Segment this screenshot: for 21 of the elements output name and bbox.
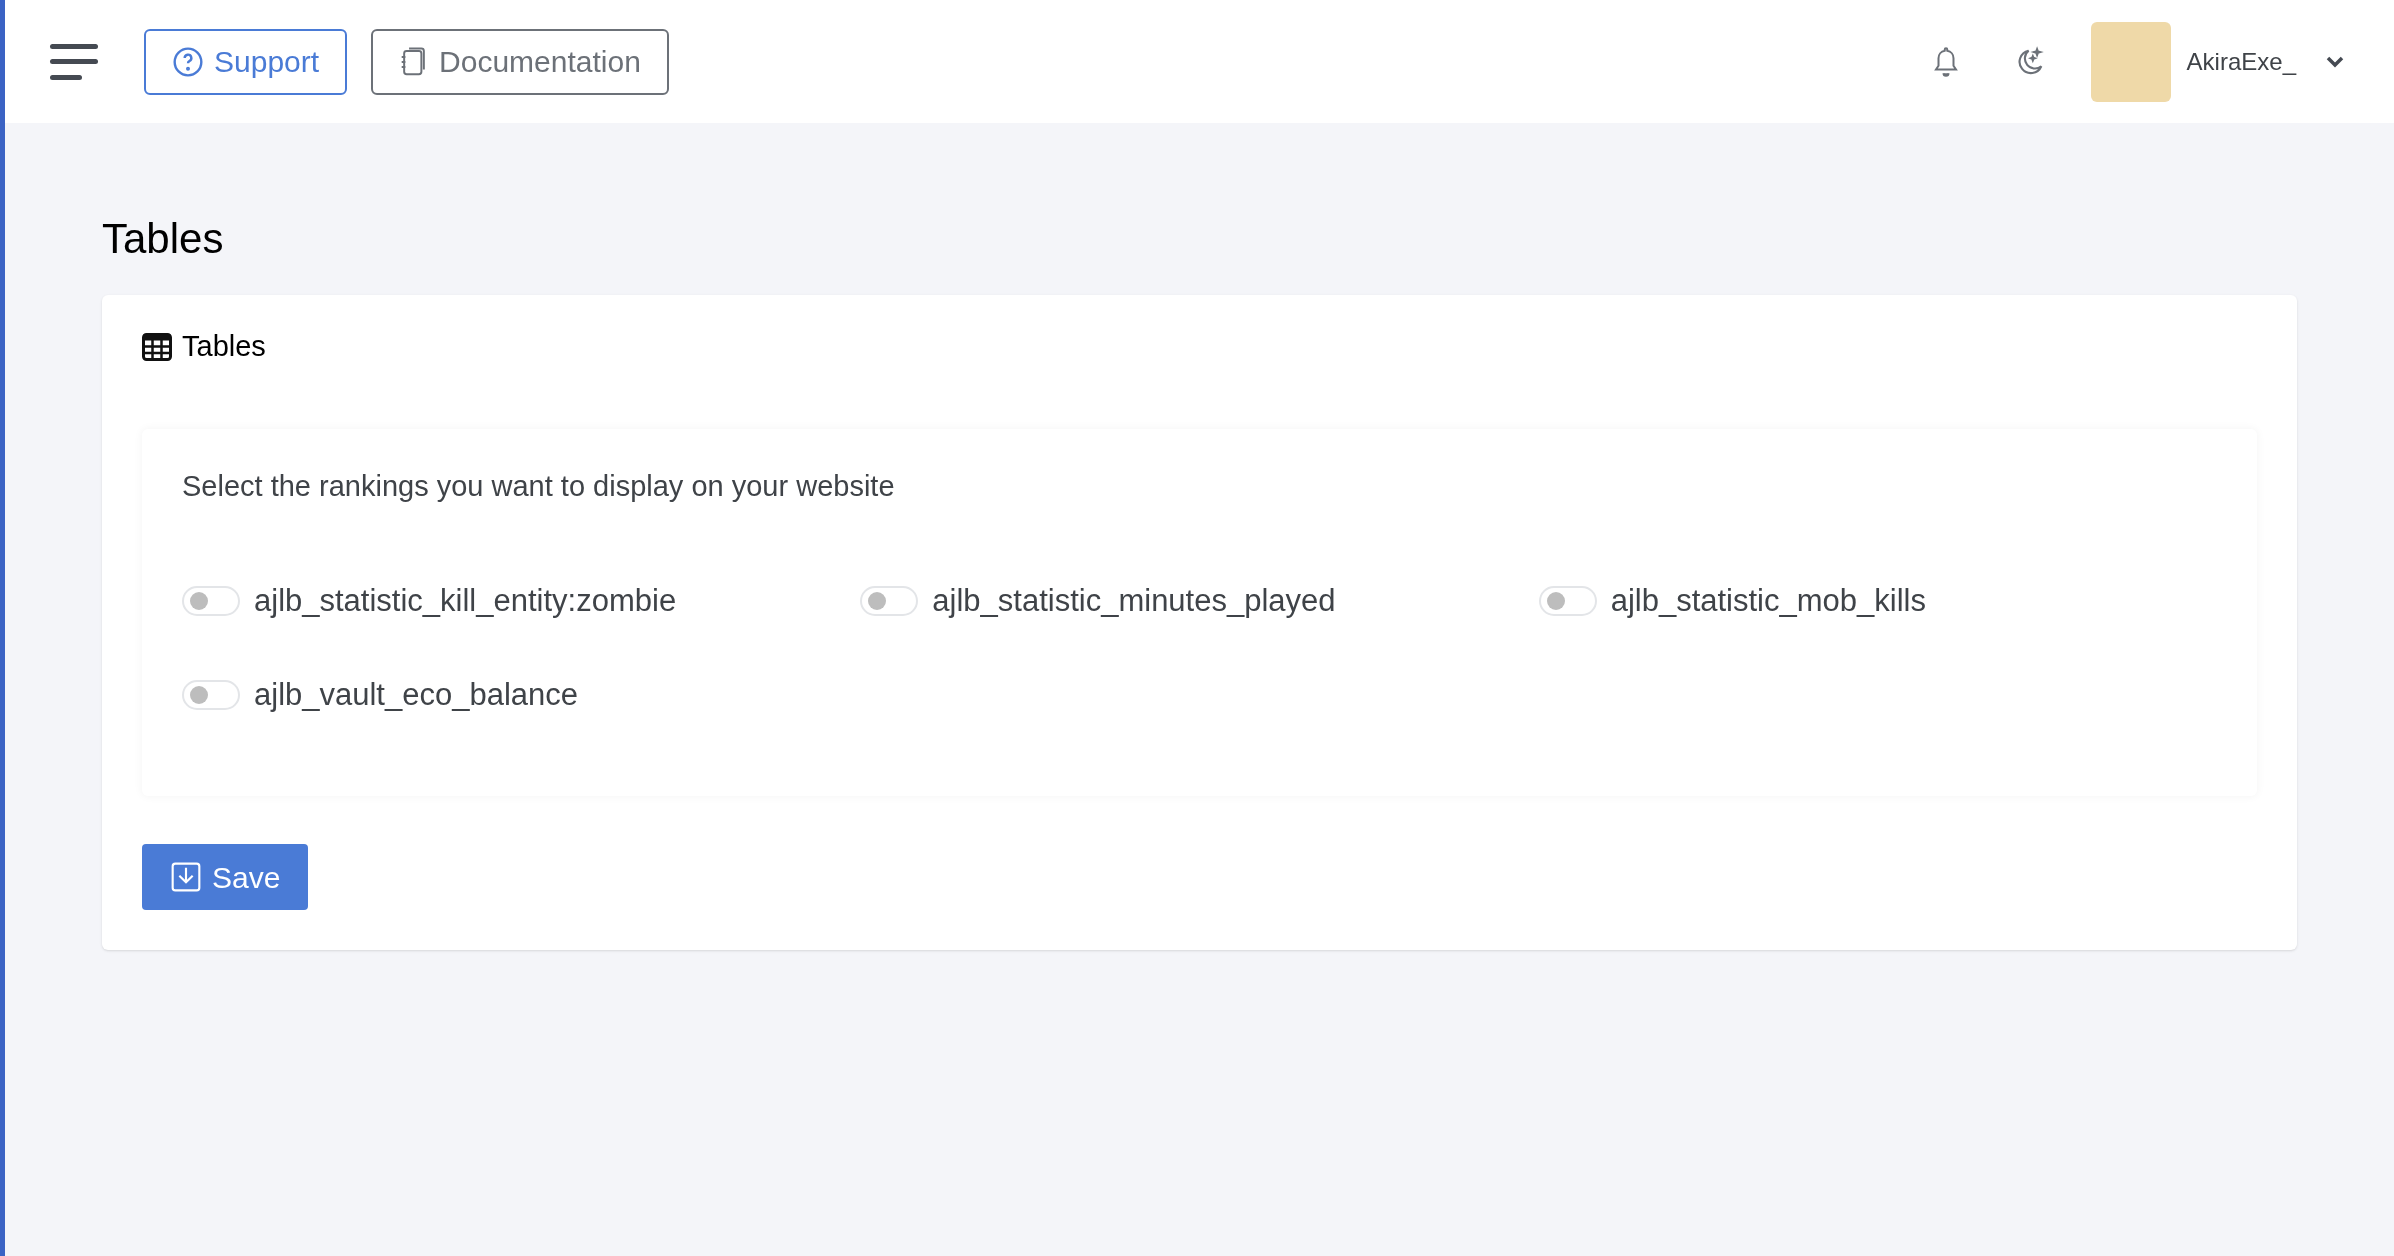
- documentation-button[interactable]: Documentation: [371, 28, 669, 95]
- ranking-label: ajlb_statistic_mob_kills: [1610, 582, 1926, 620]
- save-button[interactable]: Save: [142, 844, 309, 910]
- page-title: Tables: [102, 218, 225, 260]
- menu-icon[interactable]: [50, 43, 100, 80]
- toggle-switch[interactable]: [1538, 586, 1597, 617]
- ranking-label: ajlb_statistic_kill_entity:zombie: [254, 582, 677, 620]
- instruction-text: Select the rankings you want to display on your website: [182, 468, 896, 504]
- card-title: Tables: [182, 329, 266, 364]
- ranking-label: ajlb_statistic_minutes_played: [932, 582, 1336, 620]
- ranking-label: ajlb_vault_eco_balance: [254, 675, 579, 714]
- avatar-placeholder[interactable]: [2090, 21, 2171, 102]
- table-icon: [142, 332, 172, 361]
- help-icon: [172, 45, 204, 78]
- download-icon: [170, 861, 202, 893]
- chevron-down-icon[interactable]: [2326, 55, 2344, 68]
- username[interactable]: AkiraExe_: [2186, 43, 2296, 80]
- support-button[interactable]: Support: [144, 28, 348, 95]
- toggle-switch[interactable]: [860, 586, 919, 617]
- toggle-switch[interactable]: [182, 679, 240, 710]
- toggle-switch[interactable]: [182, 586, 240, 617]
